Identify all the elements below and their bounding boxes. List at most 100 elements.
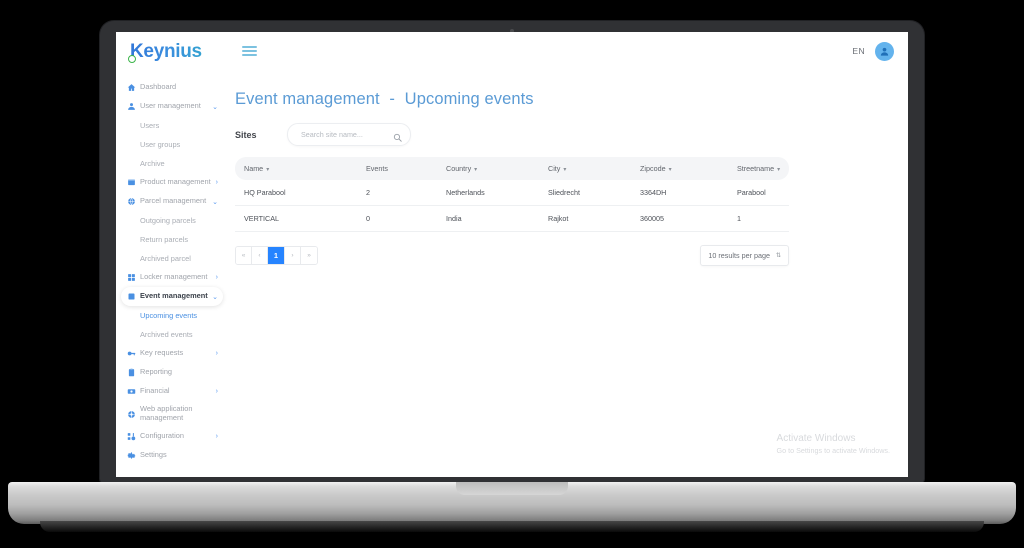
- sidebar-subitem-users[interactable]: Users: [116, 116, 228, 135]
- sidebar-item-label: Locker management: [140, 272, 208, 282]
- windows-activation-watermark: Activate Windows Go to Settings to activ…: [777, 433, 890, 455]
- sort-caret-icon[interactable]: ▾: [777, 166, 780, 173]
- globe-icon: [127, 197, 140, 206]
- table-row[interactable]: VERTICAL 0 India Rajkot 360005 1: [235, 205, 789, 232]
- pagination-controls: « ‹ 1 › »: [235, 246, 318, 265]
- chevron-down-icon[interactable]: ⌄: [212, 293, 218, 301]
- column-header-label: Name: [244, 164, 264, 173]
- user-avatar-icon[interactable]: [875, 41, 894, 61]
- chevron-right-icon[interactable]: ›: [216, 274, 218, 281]
- brand-logo[interactable]: Keynius: [116, 40, 234, 63]
- chevron-right-icon[interactable]: ›: [216, 433, 218, 440]
- sidebar-subitem-archive[interactable]: Archive: [116, 154, 228, 173]
- cell-streetname: Parabool: [730, 180, 789, 206]
- sidebar-item-parcel-management[interactable]: Parcel management ⌄: [121, 192, 223, 211]
- settings-blocks-icon: [127, 432, 140, 441]
- chevron-right-icon[interactable]: ›: [216, 350, 218, 357]
- results-per-page-select[interactable]: 10 results per page ⇅: [700, 245, 789, 266]
- column-header-streetname[interactable]: Streetname ▾: [730, 157, 789, 180]
- column-header-name[interactable]: Name ▾: [235, 157, 359, 180]
- chevron-right-icon[interactable]: ›: [216, 388, 218, 395]
- column-header-events[interactable]: Events: [359, 157, 439, 180]
- square-icon: [127, 292, 140, 301]
- chevron-down-icon[interactable]: ⌄: [212, 198, 218, 206]
- sidebar-item-label: Parcel management: [140, 196, 207, 206]
- sidebar-item-label: Web application management: [140, 404, 193, 422]
- sidebar-item-settings[interactable]: Settings: [121, 446, 223, 465]
- laptop-shadow: [40, 521, 984, 532]
- user-icon: [127, 102, 140, 111]
- table-header-row: Name ▾ Events Country ▾ City ▾ Zipcode ▾ Streetna…: [235, 157, 789, 180]
- pagination-first-button[interactable]: «: [236, 247, 252, 264]
- column-header-zipcode[interactable]: Zipcode ▾: [633, 157, 730, 180]
- sidebar-item-event-management[interactable]: Event management ⌄: [121, 287, 223, 306]
- sidebar-item-label: User management: [140, 101, 201, 111]
- sort-caret-icon[interactable]: ▾: [266, 166, 269, 173]
- pagination-last-button[interactable]: »: [301, 247, 317, 264]
- chevron-down-icon[interactable]: ⌄: [212, 103, 218, 111]
- box-icon: [127, 178, 140, 187]
- cell-events: 2: [359, 180, 439, 206]
- sidebar-item-key-requests[interactable]: Key requests ›: [121, 344, 223, 363]
- brand-logo-text: Keynius: [130, 40, 202, 62]
- sidebar-subitem-return-parcels[interactable]: Return parcels: [116, 230, 228, 249]
- network-icon: [127, 410, 140, 419]
- sidebar-subitem-user-groups[interactable]: User groups: [116, 135, 228, 154]
- laptop-notch: [456, 482, 568, 495]
- sidebar-subitem-archived-events[interactable]: Archived events: [116, 325, 228, 344]
- sort-caret-icon[interactable]: ▾: [669, 166, 672, 173]
- sidebar-subitem-label: Outgoing parcels: [140, 216, 196, 225]
- sidebar-subitem-label: Users: [140, 121, 160, 130]
- table-row[interactable]: HQ Parabool 2 Netherlands Sliedrecht 3364DH P…: [235, 180, 789, 206]
- sidebar-item-configuration[interactable]: Configuration ›: [121, 427, 223, 446]
- table-body: HQ Parabool 2 Netherlands Sliedrecht 3364DH P…: [235, 180, 789, 232]
- sidebar-item-label: Configuration: [140, 431, 184, 441]
- column-header-label: Country: [446, 164, 472, 173]
- sidebar-nav: Dashboard User management ⌄ Users User group…: [116, 70, 228, 477]
- pagination-next-button[interactable]: ›: [285, 247, 301, 264]
- sidebar-subitem-upcoming-events[interactable]: Upcoming events: [116, 306, 228, 325]
- sidebar-item-user-management[interactable]: User management ⌄: [121, 97, 223, 116]
- pagination-prev-button[interactable]: ‹: [252, 247, 268, 264]
- hamburger-icon[interactable]: [242, 46, 257, 56]
- sidebar-item-label: Dashboard: [140, 82, 177, 92]
- column-header-city[interactable]: City ▾: [541, 157, 633, 180]
- filter-row: Sites: [228, 109, 908, 146]
- watermark-subtitle: Go to Settings to activate Windows.: [776, 446, 890, 455]
- page-title-secondary: Upcoming events: [404, 90, 534, 108]
- sidebar-item-label: Financial: [140, 386, 170, 396]
- main-content: Event management - Upcoming events Sites: [228, 70, 908, 477]
- page-title-primary: Event management: [235, 90, 380, 108]
- search-box[interactable]: [287, 123, 411, 146]
- app-topbar: Keynius EN: [116, 32, 908, 71]
- cell-name: VERTICAL: [235, 205, 359, 232]
- watermark-title: Activate Windows: [776, 433, 856, 444]
- column-header-country[interactable]: Country ▾: [439, 157, 541, 180]
- search-input[interactable]: [299, 129, 395, 140]
- sidebar-item-locker-management[interactable]: Locker management ›: [121, 268, 223, 287]
- sort-caret-icon[interactable]: ▾: [474, 166, 477, 173]
- column-header-label: Zipcode: [640, 164, 666, 173]
- sidebar-item-label: Event management: [140, 291, 208, 301]
- sidebar-item-web-application-management[interactable]: Web application management: [121, 401, 223, 427]
- pagination-page-1-button[interactable]: 1: [268, 247, 285, 264]
- page-title-separator: -: [389, 90, 395, 108]
- column-header-label: Streetname: [737, 164, 775, 173]
- chevron-right-icon[interactable]: ›: [216, 179, 218, 186]
- sort-caret-icon[interactable]: ▾: [563, 166, 566, 173]
- cell-zipcode: 360005: [633, 205, 730, 232]
- sidebar-item-reporting[interactable]: Reporting: [121, 363, 223, 382]
- gear-icon: [127, 451, 140, 460]
- screenshot-stage: Keynius EN Dashboard User management ⌄ User: [0, 0, 1024, 548]
- sidebar-subitem-archived-parcel[interactable]: Archived parcel: [116, 249, 228, 268]
- column-header-label: Events: [366, 164, 388, 173]
- cell-streetname: 1: [730, 205, 789, 232]
- sidebar-subitem-outgoing-parcels[interactable]: Outgoing parcels: [116, 211, 228, 230]
- chevron-updown-icon: ⇅: [775, 252, 781, 259]
- money-icon: [127, 387, 140, 396]
- sidebar-item-financial[interactable]: Financial ›: [121, 382, 223, 401]
- sidebar-item-dashboard[interactable]: Dashboard: [121, 78, 223, 97]
- search-icon[interactable]: [393, 129, 402, 147]
- sidebar-item-product-management[interactable]: Product management ›: [121, 173, 223, 192]
- language-selector[interactable]: EN: [852, 46, 865, 56]
